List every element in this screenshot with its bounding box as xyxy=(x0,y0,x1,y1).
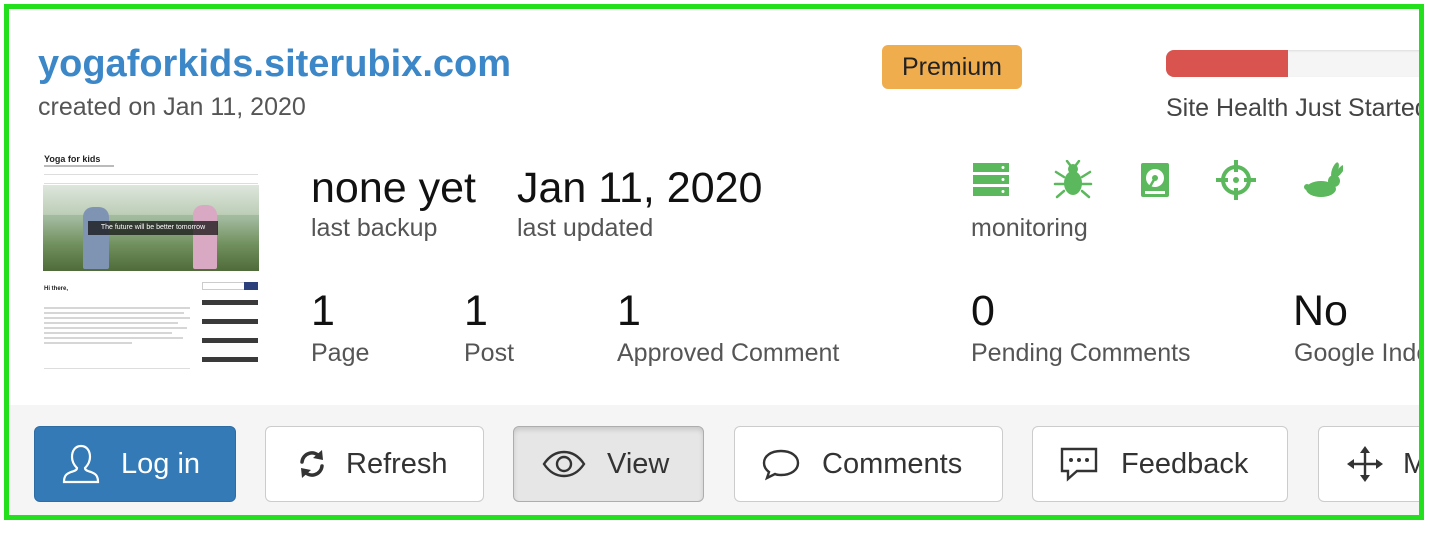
comment-icon xyxy=(759,442,803,486)
approved-comment-label: Approved Comment xyxy=(617,339,840,367)
refresh-button-label: Refresh xyxy=(346,447,448,480)
thumbnail-body-text xyxy=(44,307,190,347)
approved-comment-count: 1 xyxy=(617,287,641,335)
thumbnail-post-heading: Hi there, xyxy=(44,286,69,292)
move-button-label: Move xyxy=(1403,448,1419,481)
thumbnail-hero-caption: The future will be better tomorrow xyxy=(88,221,218,235)
disk-icon[interactable] xyxy=(1135,160,1175,200)
feedback-icon xyxy=(1057,442,1101,486)
pending-comment-label: Pending Comments xyxy=(971,339,1191,367)
server-icon[interactable] xyxy=(971,160,1011,200)
site-health-label: Site Health Just Started xyxy=(1166,94,1424,122)
site-health-fill xyxy=(1166,50,1288,77)
comments-button-label: Comments xyxy=(822,447,963,480)
refresh-button[interactable]: Refresh xyxy=(265,426,484,502)
last-backup-value: none yet xyxy=(311,164,476,212)
last-backup-label: last backup xyxy=(311,214,438,242)
google-indexed-value: No xyxy=(1293,287,1348,335)
thumbnail-tagline-line xyxy=(44,165,114,167)
feedback-button[interactable]: Feedback xyxy=(1032,426,1288,502)
login-button-label: Log in xyxy=(121,447,201,480)
action-bar: Log in Refresh View Comments Feedback xyxy=(9,405,1419,515)
login-button[interactable]: Log in xyxy=(34,426,236,502)
eye-icon xyxy=(542,442,586,486)
last-updated-label: last updated xyxy=(517,214,654,242)
last-updated-value: Jan 11, 2020 xyxy=(517,164,763,212)
view-button[interactable]: View xyxy=(513,426,704,502)
thumbnail-sidebar xyxy=(202,282,258,374)
site-domain-link[interactable]: yogaforkids.siterubix.com xyxy=(38,43,511,86)
page-count: 1 xyxy=(311,287,335,335)
google-indexed-label: Google Indexed xyxy=(1294,339,1419,367)
move-button[interactable]: Move xyxy=(1318,426,1419,502)
user-icon xyxy=(59,442,103,486)
thumbnail-nav xyxy=(44,174,258,184)
post-count: 1 xyxy=(464,287,488,335)
thumbnail-hero-image: The future will be better tomorrow xyxy=(43,185,259,271)
bug-icon[interactable] xyxy=(1053,160,1093,200)
view-button-label: View xyxy=(607,447,670,480)
thumbnail-site-title: Yoga for kids xyxy=(44,154,101,164)
feedback-button-label: Feedback xyxy=(1121,447,1249,480)
refresh-icon xyxy=(290,442,334,486)
post-count-label: Post xyxy=(464,339,515,367)
site-preview-thumbnail[interactable]: Yoga for kids The future will be better … xyxy=(42,152,260,374)
pending-comment-count: 0 xyxy=(971,287,995,335)
comments-button[interactable]: Comments xyxy=(734,426,1003,502)
monitoring-label: monitoring xyxy=(971,214,1088,242)
site-health-bar xyxy=(1166,50,1419,77)
page-count-label: Page xyxy=(311,339,370,367)
site-card: yogaforkids.siterubix.com created on Jan… xyxy=(4,4,1424,520)
created-date: created on Jan 11, 2020 xyxy=(38,93,306,121)
rabbit-icon[interactable] xyxy=(1303,160,1343,200)
crosshair-icon[interactable] xyxy=(1216,160,1256,200)
premium-badge: Premium xyxy=(882,45,1022,89)
move-icon xyxy=(1343,442,1387,486)
